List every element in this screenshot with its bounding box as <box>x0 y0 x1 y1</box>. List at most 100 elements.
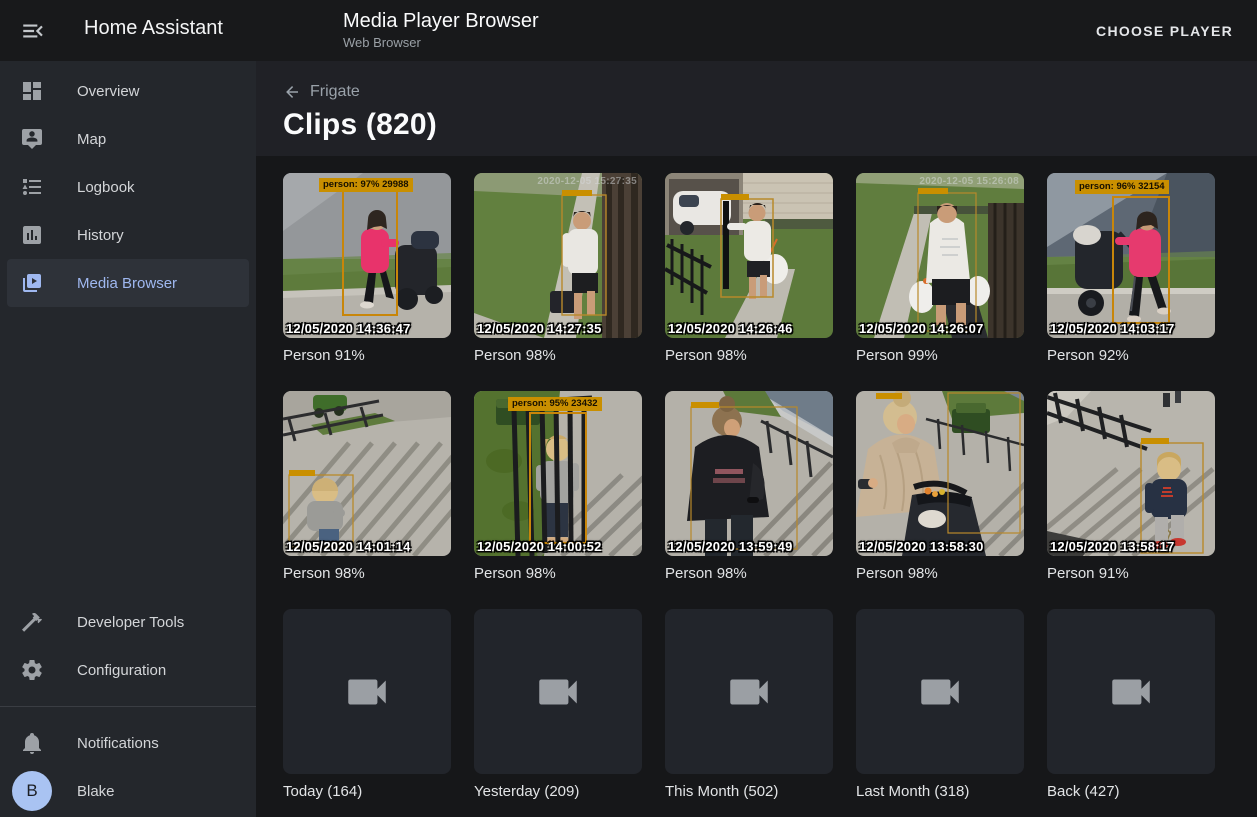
app-header: Home Assistant Media Player Browser Web … <box>0 0 1257 61</box>
sidebar-item-label: History <box>77 227 124 244</box>
video-icon <box>342 667 392 717</box>
clip-caption: Person 98% <box>283 565 451 582</box>
clip-card-man-back-bags-yard[interactable]: 2020-12-05 15:26:08 12/05/2020 14:26:07 <box>856 173 1024 338</box>
clip-scene <box>474 173 642 338</box>
overlay-camera-datetime: 2020-12-05 15:27:35 <box>537 176 637 187</box>
clip-cell: person: 96% 3215412/05/2020 14:03:17Pers… <box>1047 173 1215 364</box>
clip-card-toddler-steps-shadows[interactable]: 12/05/2020 14:01:14 <box>283 391 451 556</box>
clip-timestamp-overlay: 12/05/2020 14:03:17 <box>1050 322 1175 335</box>
folder-label: This Month (502) <box>665 783 833 800</box>
sidebar-item-logbook[interactable]: Logbook <box>7 163 249 211</box>
panel-subtitle: Web Browser <box>343 35 539 50</box>
breadcrumb-label: Frigate <box>310 83 360 101</box>
user-avatar: B <box>12 771 52 811</box>
clip-card-man-white-shirt-porch[interactable]: 2020-12-05 15:27:35 12/05/2020 14:27:35 <box>474 173 642 338</box>
clip-timestamp-overlay: 12/05/2020 14:00:52 <box>477 540 602 553</box>
hammer-icon <box>20 610 44 634</box>
sidebar-item-configuration[interactable]: Configuration <box>7 646 249 694</box>
sidebar-item-label: Media Browser <box>77 275 177 292</box>
folder-card-yesterday-209-[interactable] <box>474 609 642 774</box>
clip-caption: Person 99% <box>856 347 1024 364</box>
folder-label: Back (427) <box>1047 783 1215 800</box>
clip-timestamp-overlay: 12/05/2020 13:59:49 <box>668 540 793 553</box>
folder-label: Yesterday (209) <box>474 783 642 800</box>
overlay-camera-datetime: 2020-12-05 15:26:08 <box>919 176 1019 187</box>
clip-cell: 12/05/2020 13:58:30 Person 98% <box>856 391 1024 582</box>
sidebar-item-media-browser[interactable]: Media Browser <box>7 259 249 307</box>
choose-player-button[interactable]: CHOOSE PLAYER <box>1096 0 1233 61</box>
sidebar-item-notifications[interactable]: Notifications <box>7 719 249 767</box>
clip-scene <box>665 173 833 338</box>
sidebar-item-map[interactable]: Map <box>7 115 249 163</box>
panel-header: Media Player Browser Web Browser <box>343 9 539 50</box>
tooltip-account-icon <box>20 127 44 151</box>
folder-cell: This Month (502) <box>665 609 833 800</box>
sidebar-item-history[interactable]: History <box>7 211 249 259</box>
clip-caption: Person 91% <box>1047 565 1215 582</box>
clip-cell: 2020-12-05 15:26:08 12/05/2020 14:26:07 Pe… <box>856 173 1024 364</box>
detection-label: person: 95% 23432 <box>508 397 602 411</box>
clip-caption: Person 98% <box>474 347 642 364</box>
sidebar-item-label: Notifications <box>77 735 159 752</box>
clip-timestamp-overlay: 12/05/2020 14:01:14 <box>286 540 411 553</box>
sidebar-item-label: Configuration <box>77 662 166 679</box>
clip-timestamp-overlay: 12/05/2020 13:58:30 <box>859 540 984 553</box>
folder-card-this-month-502-[interactable] <box>665 609 833 774</box>
view-dashboard-icon <box>20 79 44 103</box>
clip-timestamp-overlay: 12/05/2020 13:58:17 <box>1050 540 1175 553</box>
sidebar-divider <box>0 706 256 707</box>
sidebar-toggle-button[interactable] <box>20 18 46 44</box>
clip-scene <box>856 391 1024 556</box>
video-icon <box>533 667 583 717</box>
clip-card-man-trash-bags-garage-gate[interactable]: 12/05/2020 14:26:46 <box>665 173 833 338</box>
app-title: Home Assistant <box>84 17 223 40</box>
clip-card-woman-knit-sweater-stroller[interactable]: 12/05/2020 13:58:30 <box>856 391 1024 556</box>
folder-card-back-427-[interactable] <box>1047 609 1215 774</box>
bell-icon <box>20 731 44 755</box>
clip-caption: Person 98% <box>665 347 833 364</box>
clip-scene <box>665 391 833 556</box>
video-icon <box>1106 667 1156 717</box>
clip-scene <box>1047 391 1215 556</box>
clip-scene <box>856 173 1024 338</box>
sidebar-item-label: Logbook <box>77 179 135 196</box>
page-title: Clips (820) <box>283 108 437 142</box>
cog-icon <box>20 658 44 682</box>
clip-scene <box>283 391 451 556</box>
clip-cell: person: 97% 2998812/05/2020 14:36:47Pers… <box>283 173 451 364</box>
folder-card-today-164-[interactable] <box>283 609 451 774</box>
play-box-multiple-icon <box>20 271 44 295</box>
folder-cell: Yesterday (209) <box>474 609 642 800</box>
breadcrumb-back[interactable]: Frigate <box>283 83 360 101</box>
clip-card-woman-black-hoodie-steps[interactable]: 12/05/2020 13:59:49 <box>665 391 833 556</box>
clip-scene <box>1047 173 1215 338</box>
arrow-left-icon <box>283 83 301 101</box>
folder-label: Last Month (318) <box>856 783 1024 800</box>
clip-cell: 12/05/2020 13:59:49Person 98% <box>665 391 833 582</box>
clip-caption: Person 98% <box>474 565 642 582</box>
sidebar-item-overview[interactable]: Overview <box>7 67 249 115</box>
clip-card-woman-pink-stroller-curb[interactable]: person: 96% 32154 12/05/2020 14:03:17 <box>1047 173 1215 338</box>
sidebar-bottom-section: Developer Tools Configuration Notificatio… <box>0 598 256 815</box>
clip-timestamp-overlay: 12/05/2020 14:26:07 <box>859 322 984 335</box>
clip-cell: person: 95% 23432 12/05/2020 14:00:52 Pers… <box>474 391 642 582</box>
sidebar-item-developer-tools[interactable]: Developer Tools <box>7 598 249 646</box>
clip-caption: Person 98% <box>856 565 1024 582</box>
clip-card-toddler-at-fence[interactable]: person: 95% 23432 12/05/2020 14:00:52 <box>474 391 642 556</box>
clip-cell: 12/05/2020 13:58:17 Person 91% <box>1047 391 1215 582</box>
detection-label: person: 96% 32154 <box>1075 180 1169 194</box>
sidebar-item-label: Overview <box>77 83 140 100</box>
panel-title: Media Player Browser <box>343 9 539 33</box>
clip-scene <box>283 173 451 338</box>
chart-box-icon <box>20 223 44 247</box>
clip-cell: 2020-12-05 15:27:35 12/05/2020 14:27:35 Pe… <box>474 173 642 364</box>
clip-card-woman-pink-stroller-street[interactable]: person: 97% 2998812/05/2020 14:36:47 <box>283 173 451 338</box>
video-icon <box>724 667 774 717</box>
clip-timestamp-overlay: 12/05/2020 14:27:35 <box>477 322 602 335</box>
sidebar-item-profile[interactable]: BBlake <box>7 767 249 815</box>
clip-card-boy-navy-shirt-porch[interactable]: 12/05/2020 13:58:17 <box>1047 391 1215 556</box>
clip-timestamp-overlay: 12/05/2020 14:26:46 <box>668 322 793 335</box>
folder-cell: Last Month (318) <box>856 609 1024 800</box>
folder-card-last-month-318-[interactable] <box>856 609 1024 774</box>
clip-cell: 12/05/2020 14:01:14 Person 98% <box>283 391 451 582</box>
